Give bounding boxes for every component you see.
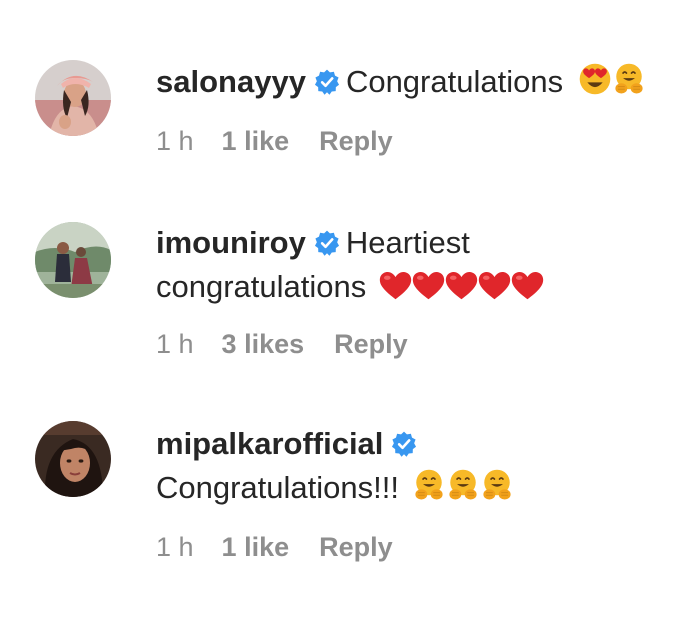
like-count[interactable]: 1 like xyxy=(222,532,290,563)
avatar-image xyxy=(35,222,111,298)
heart-eyes-emoji-icon xyxy=(578,62,612,96)
like-count[interactable]: 3 likes xyxy=(222,329,305,360)
verified-badge-icon xyxy=(314,230,340,256)
comment-meta: 1 h 3 likes Reply xyxy=(156,329,408,360)
hugging-face-emoji-icon xyxy=(412,468,446,502)
comment-line: congratulations xyxy=(156,265,690,309)
comment-line: imouniroy Heartiest xyxy=(156,221,690,265)
comment-text: Congratulations xyxy=(345,64,564,99)
verified-badge-icon xyxy=(391,431,417,457)
reply-button[interactable]: Reply xyxy=(319,126,393,157)
comment-text: Heartiest xyxy=(345,225,470,260)
red-heart-emoji-icon xyxy=(478,271,511,301)
comment-line: mipalkarofficial xyxy=(156,422,690,466)
red-heart-emoji-icon xyxy=(445,271,478,301)
avatar[interactable] xyxy=(35,222,111,298)
username-link[interactable]: salonayyy xyxy=(156,64,306,99)
comment-body: salonayyy Congratulations xyxy=(156,60,690,104)
reply-button[interactable]: Reply xyxy=(319,532,393,563)
verified-badge-icon xyxy=(314,69,340,95)
red-heart-emoji-icon xyxy=(511,271,544,301)
avatar[interactable] xyxy=(35,421,111,497)
comment-body: imouniroy Heartiest congratulations xyxy=(156,221,690,309)
red-heart-emoji-icon xyxy=(412,271,445,301)
comment-text: congratulations xyxy=(156,269,367,304)
red-heart-emoji-icon xyxy=(379,271,412,301)
comment-time[interactable]: 1 h xyxy=(156,532,194,563)
hugging-face-emoji-icon xyxy=(480,468,514,502)
comment-line: Congratulations!!! xyxy=(156,466,690,510)
comment-time[interactable]: 1 h xyxy=(156,126,194,157)
comment-meta: 1 h 1 like Reply xyxy=(156,532,393,563)
like-count[interactable]: 1 like xyxy=(222,126,290,157)
hugging-face-emoji-icon xyxy=(446,468,480,502)
hugging-face-emoji-icon xyxy=(612,62,646,96)
avatar-image xyxy=(35,60,111,136)
avatar[interactable] xyxy=(35,60,111,136)
comment-body: mipalkarofficial Congratulations!!! xyxy=(156,422,690,510)
comment-meta: 1 h 1 like Reply xyxy=(156,126,393,157)
avatar-image xyxy=(35,421,111,497)
reply-button[interactable]: Reply xyxy=(334,329,408,360)
comment-text: Congratulations!!! xyxy=(156,470,399,505)
username-link[interactable]: imouniroy xyxy=(156,225,306,260)
comment-time[interactable]: 1 h xyxy=(156,329,194,360)
username-link[interactable]: mipalkarofficial xyxy=(156,426,383,461)
